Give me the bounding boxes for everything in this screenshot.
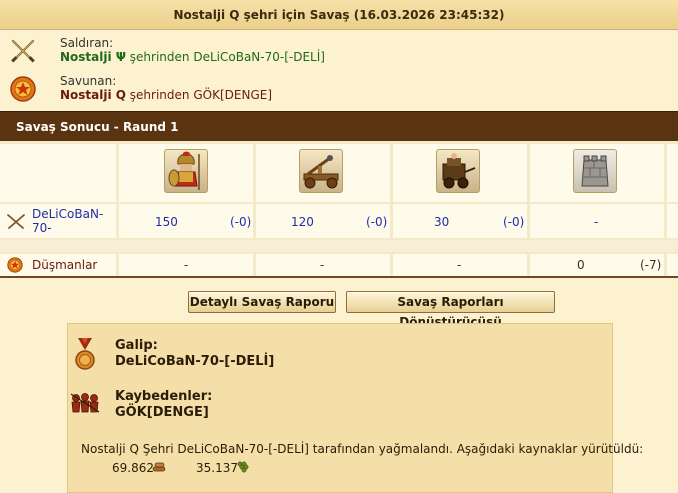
hoplite-unit-icon[interactable] — [164, 149, 208, 193]
unit-count: - — [184, 258, 189, 272]
report-converter-button[interactable]: Savaş Raporları Dönüştürücüsü — [346, 291, 555, 329]
attacker-section: Saldıran: Nostalji Ψ şehrinden DeLiCoBaN… — [0, 30, 678, 70]
header-corner-cell — [0, 144, 116, 202]
battle-summary: Galip: DeLiCoBaN-70-[-DELİ] Kaybedenler:… — [67, 323, 643, 493]
attacker-player-link[interactable]: DeLiCoBaN-70-[-DELİ] — [193, 50, 325, 64]
unit-header-cell — [256, 144, 390, 202]
losers-label: Kaybedenler: — [115, 389, 213, 404]
attacker-unit-cell: 120 (-0) — [256, 204, 390, 238]
winner-name[interactable]: DeLiCoBaN-70-[-DELİ] — [115, 354, 274, 369]
wood-icon — [152, 462, 166, 472]
report-title: Nostalji Q şehri için Savaş (16.03.2026 … — [0, 0, 678, 30]
unit-header-cell — [119, 144, 253, 202]
enemy-unit-cell: - — [393, 254, 527, 276]
defender-from-text: şehrinden — [125, 88, 194, 102]
unit-loss: (-0) — [503, 215, 525, 229]
defender-role-label: Savunan: — [60, 74, 117, 88]
enemy-name-cell: Düşmanlar — [0, 254, 116, 276]
attacker-role-label: Saldıran: — [60, 36, 114, 50]
wood-amount: 69.862 — [112, 461, 154, 475]
catapult-unit-icon[interactable] — [299, 149, 343, 193]
losers-name[interactable]: GÖK[DENGE] — [115, 405, 209, 420]
table-bottom-border — [0, 276, 678, 278]
crossed-swords-icon — [7, 214, 25, 229]
round-header: Savaş Sonucu - Raund 1 — [0, 111, 678, 141]
attacker-city-link[interactable]: Nostalji Ψ — [60, 50, 126, 64]
detailed-report-button[interactable]: Detaylı Savaş Raporu — [188, 291, 336, 313]
enemy-unit-cell: 0 (-7) — [530, 254, 664, 276]
wine-amount: 35.137 — [196, 461, 238, 475]
defender-city-link[interactable]: Nostalji Q — [60, 88, 126, 102]
unit-count: 30 — [434, 215, 450, 229]
winner-label: Galip: — [115, 338, 158, 353]
unit-count: - — [594, 215, 599, 229]
attacker-unit-cell — [667, 204, 678, 238]
unit-loss: (-7) — [640, 258, 662, 272]
enemy-row-name: Düşmanlar — [32, 258, 98, 272]
unit-count: 150 — [155, 215, 178, 229]
shield-target-icon — [10, 76, 36, 102]
crossed-swords-icon — [11, 39, 35, 63]
unit-count: - — [320, 258, 325, 272]
attacker-unit-cell: 150 (-0) — [119, 204, 253, 238]
wine-icon — [237, 461, 249, 473]
unit-header-cell — [530, 144, 664, 202]
defender-line: Nostalji Q şehrinden GÖK[DENGE] — [60, 88, 272, 102]
attacker-line: Nostalji Ψ şehrinden DeLiCoBaN-70-[-DELİ… — [60, 50, 325, 64]
attacker-from-text: şehrinden — [125, 50, 194, 64]
shield-target-icon — [7, 257, 23, 273]
attacker-unit-cell: - — [530, 204, 664, 238]
defender-section: Savunan: Nostalji Q şehrinden GÖK[DENGE] — [0, 68, 678, 108]
chariot-unit-icon[interactable] — [436, 149, 480, 193]
enemy-unit-cell: - — [119, 254, 253, 276]
enemy-unit-cell — [667, 254, 678, 276]
unit-header-cell — [667, 144, 678, 202]
row-spacer — [0, 240, 678, 252]
enemy-unit-cell: - — [256, 254, 390, 276]
battle-report: Nostalji Q şehri için Savaş (16.03.2026 … — [0, 0, 678, 493]
unit-count: - — [457, 258, 462, 272]
loot-description: Nostalji Q Şehri DeLiCoBaN-70-[-DELİ] ta… — [81, 442, 644, 456]
attacker-name-cell: DeLiCoBaN-70- — [0, 204, 116, 238]
battle-table: DeLiCoBaN-70- 150 (-0) 120 (-0) 30 (-0) … — [0, 141, 678, 278]
wall-unit-icon[interactable] — [573, 149, 617, 193]
medal-icon — [75, 338, 95, 370]
defender-player-link[interactable]: GÖK[DENGE] — [193, 88, 272, 102]
unit-count: 120 — [291, 215, 314, 229]
defeated-soldiers-icon — [70, 393, 100, 413]
attacker-unit-cell: 30 (-0) — [393, 204, 527, 238]
unit-count: 0 — [577, 258, 585, 272]
unit-loss: (-0) — [366, 215, 388, 229]
attacker-row-name[interactable]: DeLiCoBaN-70- — [32, 207, 112, 235]
unit-header-cell — [393, 144, 527, 202]
unit-loss: (-0) — [230, 215, 252, 229]
